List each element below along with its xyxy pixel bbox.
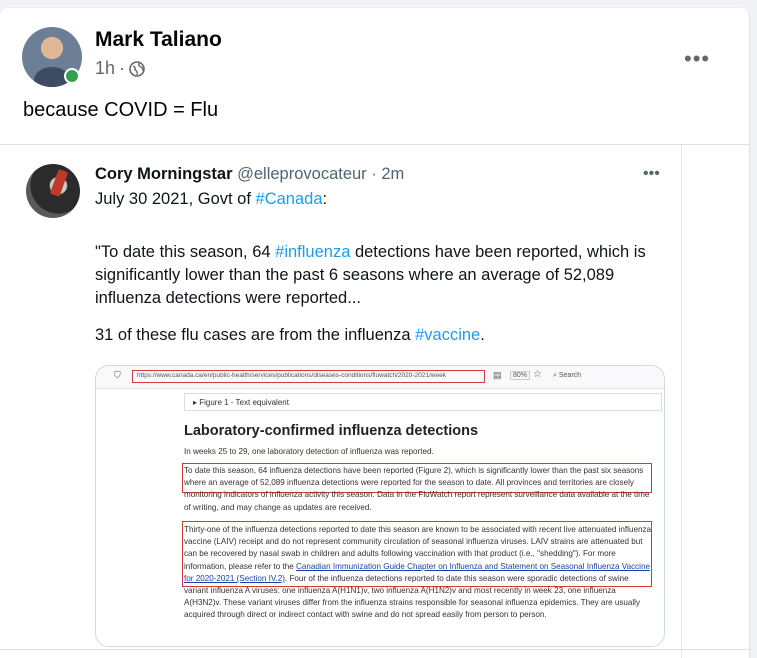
- hashtag-vaccine[interactable]: #vaccine: [415, 326, 480, 344]
- globe-icon[interactable]: [129, 60, 145, 77]
- online-status-dot: [64, 68, 80, 84]
- tweet-text: detections have been reported, which is: [350, 243, 646, 261]
- section-heading: Laboratory-confirmed influenza detection…: [184, 423, 479, 439]
- paragraph-1: In weeks 25 to 29, one laboratory detect…: [184, 447, 434, 456]
- hashtag-canada[interactable]: #Canada: [256, 190, 323, 208]
- tweet-more-button[interactable]: •••: [643, 165, 660, 183]
- hashtag-influenza[interactable]: #influenza: [275, 243, 350, 261]
- tweet-text: "To date this season, 64: [95, 243, 276, 261]
- post-meta: 1h ·: [95, 58, 145, 79]
- tweet-author-avatar[interactable]: [26, 164, 80, 218]
- meta-separator: ·: [119, 58, 126, 78]
- zoom-level: 80%: [510, 371, 531, 380]
- figure-toggle: ▸ Figure 1 - Text equivalent: [184, 393, 662, 411]
- author-name[interactable]: Mark Taliano: [95, 28, 222, 52]
- post-card: Mark Taliano 1h · ••• because COVID = Fl…: [0, 8, 749, 658]
- tweet-text: :: [322, 190, 328, 208]
- browser-toolbar: ⛉ https://www.canada.ca/en/public-health…: [96, 366, 664, 389]
- tweet-text: 31 of these flu cases are from the influ…: [95, 326, 416, 344]
- tweet-text: July 30 2021, Govt of: [95, 190, 256, 208]
- address-bar: https://www.canada.ca/en/public-health/s…: [132, 370, 485, 383]
- tweet-author-name[interactable]: Cory Morningstar: [95, 165, 233, 183]
- tweet-line-1: July 30 2021, Govt of #Canada:: [95, 190, 327, 209]
- tweet-time[interactable]: · 2m: [371, 165, 404, 183]
- tweet-handle[interactable]: @elleprovocateur: [237, 165, 367, 183]
- tweet-line-2: "To date this season, 64 #influenza dete…: [95, 243, 646, 262]
- divider: [0, 144, 749, 145]
- shield-icon: ⛉: [114, 370, 121, 380]
- tweet-line-4: influenza detections were reported...: [95, 289, 361, 307]
- paragraph-3: Thirty-one of the influenza detections r…: [184, 524, 654, 622]
- embed-border: [681, 145, 682, 658]
- reader-icon: ▤: [493, 370, 502, 380]
- paragraph-2: To date this season, 64 influenza detect…: [184, 466, 650, 512]
- tweet-line-5: 31 of these flu cases are from the influ…: [95, 326, 485, 345]
- search-label: Search: [558, 372, 582, 379]
- post-text: because COVID = Flu: [23, 99, 219, 121]
- tweet-text: .: [480, 326, 485, 344]
- tweet-image[interactable]: ⛉ https://www.canada.ca/en/public-health…: [95, 365, 665, 647]
- post-time[interactable]: 1h: [95, 58, 115, 79]
- tweet-line-3: significantly lower than the past 6 seas…: [95, 266, 615, 284]
- search-field: ⌕ Search: [553, 372, 581, 380]
- star-icon: ☆: [533, 369, 542, 380]
- more-options-button[interactable]: •••: [684, 46, 710, 72]
- tweet-header: Cory Morningstar @elleprovocateur · 2m: [95, 165, 404, 184]
